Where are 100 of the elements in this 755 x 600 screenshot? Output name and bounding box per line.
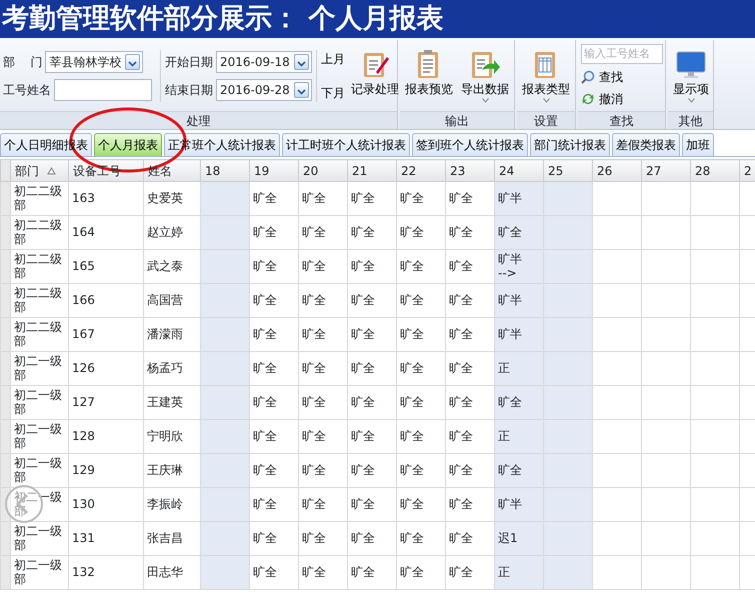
caret-icon <box>542 98 550 103</box>
group-label: 处理 <box>0 111 397 129</box>
tab[interactable]: 部门统计报表 <box>530 133 610 156</box>
month-button[interactable]: 下月 <box>320 84 345 102</box>
ribbon-button[interactable]: 报表类型 <box>520 48 572 103</box>
table-cell: 旷半 <box>494 284 544 318</box>
table-cell: 旷全 <box>396 318 446 352</box>
column-header[interactable]: 21 <box>348 160 396 182</box>
table-cell: 旷全 <box>396 250 446 284</box>
table-cell: 旷半 <box>494 488 544 522</box>
table-cell: 旷全 <box>396 352 446 386</box>
table-cell: 164 <box>68 216 144 250</box>
tab[interactable]: 加班 <box>682 133 714 156</box>
ribbon-button[interactable]: 显示项 <box>671 48 711 103</box>
table-cell: 旷全 <box>348 182 396 216</box>
caret-icon <box>688 98 694 103</box>
ribbon-button[interactable]: 导出数据 <box>459 48 511 103</box>
column-header[interactable]: 20 <box>298 160 348 182</box>
caret-icon <box>482 98 488 103</box>
dropdown-field[interactable]: 2016-09-28 <box>216 78 312 100</box>
text-field[interactable] <box>54 78 152 100</box>
ribbon-button[interactable]: 记录处理 <box>348 48 401 103</box>
table-cell: 127 <box>68 386 144 420</box>
table-cell: 旷半 <box>494 182 544 216</box>
column-header[interactable]: 27 <box>642 160 690 182</box>
field-label: 工号姓名 <box>3 82 51 98</box>
group-label: 其他 <box>668 111 713 129</box>
column-header[interactable]: 25 <box>544 160 592 182</box>
caret-icon <box>294 82 309 98</box>
ribbon-button[interactable]: 报表预览 <box>403 48 455 103</box>
search-field[interactable]: 输入工号姓名 <box>581 44 663 64</box>
table-cell: 初二二级部 <box>10 284 68 318</box>
table-cell: 旷全 <box>298 284 348 318</box>
tab[interactable]: 个人月报表 <box>94 133 162 156</box>
column-header[interactable]: 22 <box>396 160 446 182</box>
dropdown-field[interactable]: 2016-09-18 <box>216 50 312 72</box>
column-header[interactable]: 28 <box>690 160 740 182</box>
column-header[interactable]: 18 <box>200 160 250 182</box>
table-cell: 旷全 <box>250 454 298 488</box>
field-label: 结束日期 <box>165 82 213 98</box>
table-cell: 旷全 <box>494 216 544 250</box>
column-header[interactable]: 19 <box>250 160 298 182</box>
table-cell: 初二一级部 <box>10 556 68 590</box>
banner-title: 考勤管理软件部分展示： 个人月报表 <box>2 3 444 34</box>
table-cell: 131 <box>68 522 144 556</box>
table-cell: 130 <box>68 488 144 522</box>
table-cell: 正 <box>494 352 544 386</box>
table-cell: 旷全 <box>250 420 298 454</box>
table-cell: 初二二级部 <box>10 250 68 284</box>
tab[interactable]: 签到班个人统计报表 <box>412 133 528 156</box>
undo-button[interactable]: 撤消 <box>581 90 663 108</box>
table-cell: 旷全 <box>250 182 298 216</box>
column-header[interactable]: 23 <box>446 160 494 182</box>
table-cell: 旷全 <box>298 488 348 522</box>
table-cell: 旷全 <box>396 216 446 250</box>
field-label: 部 门 <box>3 54 42 70</box>
table-cell: 初二二级部 <box>10 318 68 352</box>
table-cell: 旷全 <box>348 488 396 522</box>
table-cell: 旷全 <box>298 352 348 386</box>
column-header[interactable]: 24 <box>494 160 544 182</box>
table-cell: 旷全 <box>348 318 396 352</box>
group-label: 设置 <box>517 111 575 129</box>
table-cell: 旷全 <box>396 522 446 556</box>
table-cell: 166 <box>68 284 144 318</box>
table-cell: 旷全 <box>250 318 298 352</box>
caret-icon <box>125 54 140 70</box>
table-cell: 旷全 <box>348 352 396 386</box>
table-cell: 132 <box>68 556 144 590</box>
table-cell: 旷全 <box>348 522 396 556</box>
tab[interactable]: 计工时班个人统计报表 <box>282 133 410 156</box>
caret-icon <box>294 54 309 70</box>
table-cell: 旷全 <box>250 216 298 250</box>
table-cell: 旷全 <box>348 556 396 590</box>
table-cell: 迟1 <box>494 522 544 556</box>
table-cell: 旷全 <box>348 386 396 420</box>
table-cell: 旷全 <box>348 420 396 454</box>
month-button[interactable]: 上月 <box>320 50 345 68</box>
table-cell: 旷全 <box>396 182 446 216</box>
table-cell: 旷全 <box>396 284 446 318</box>
group-label: 输出 <box>400 111 514 129</box>
table-cell: 旷全 <box>250 522 298 556</box>
group-label: 查找 <box>578 111 665 129</box>
column-header[interactable]: 26 <box>592 160 642 182</box>
table-cell: 旷全 <box>494 454 544 488</box>
table-cell: 旷全 <box>250 488 298 522</box>
tab[interactable]: 差假类报表 <box>612 133 680 156</box>
search-button[interactable]: 查找 <box>581 68 663 86</box>
table-cell: 163 <box>68 182 144 216</box>
table-cell: 旷全 <box>250 386 298 420</box>
table-cell: 旷全 <box>298 386 348 420</box>
table-cell: 167 <box>68 318 144 352</box>
column-header[interactable]: 2 <box>740 160 755 182</box>
field-label: 开始日期 <box>165 54 213 70</box>
table-cell: 初二一级部 <box>10 420 68 454</box>
table-cell: 旷半 --> <box>494 250 544 284</box>
dropdown-field[interactable]: 莘县翰林学校 <box>45 50 144 72</box>
table-cell: 旷全 <box>298 250 348 284</box>
table-cell: 旷全 <box>250 250 298 284</box>
table-cell: 旷全 <box>250 352 298 386</box>
table-cell: 初二二级部 <box>10 182 68 216</box>
